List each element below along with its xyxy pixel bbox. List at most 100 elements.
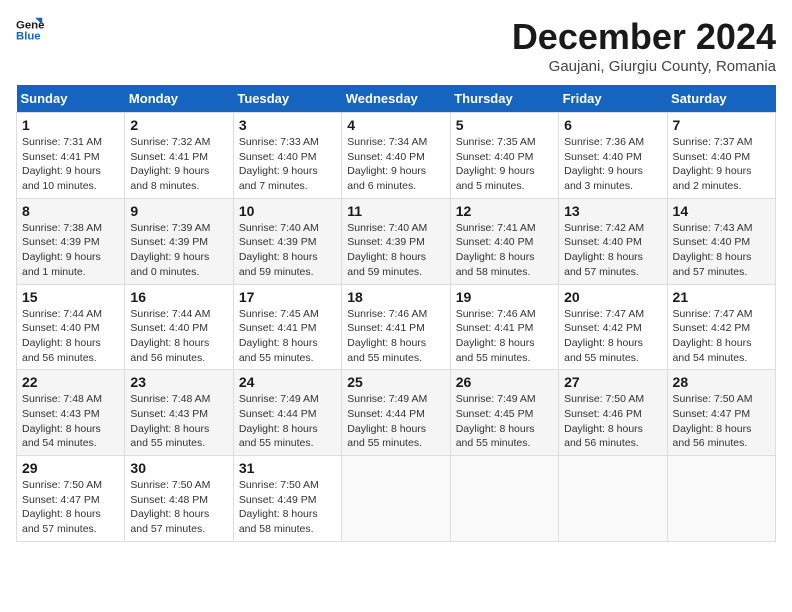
calendar-cell: 14 Sunrise: 7:43 AM Sunset: 4:40 PM Dayli…: [667, 198, 775, 284]
day-info: Sunrise: 7:47 AM Sunset: 4:42 PM Dayligh…: [564, 307, 661, 366]
calendar-cell: 21 Sunrise: 7:47 AM Sunset: 4:42 PM Dayli…: [667, 284, 775, 370]
day-number: 27: [564, 374, 661, 390]
day-info: Sunrise: 7:50 AM Sunset: 4:47 PM Dayligh…: [673, 392, 770, 451]
calendar-cell: [667, 456, 775, 542]
calendar-cell: [559, 456, 667, 542]
weekday-header-wednesday: Wednesday: [342, 85, 450, 113]
day-info: Sunrise: 7:49 AM Sunset: 4:44 PM Dayligh…: [347, 392, 444, 451]
calendar-week-row: 8 Sunrise: 7:38 AM Sunset: 4:39 PM Daylig…: [17, 198, 776, 284]
day-number: 8: [22, 203, 119, 219]
day-info: Sunrise: 7:49 AM Sunset: 4:44 PM Dayligh…: [239, 392, 336, 451]
day-number: 31: [239, 460, 336, 476]
calendar-week-row: 22 Sunrise: 7:48 AM Sunset: 4:43 PM Dayli…: [17, 370, 776, 456]
day-number: 9: [130, 203, 227, 219]
day-number: 30: [130, 460, 227, 476]
calendar-week-row: 29Sunrise: 7:50 AM Sunset: 4:47 PM Dayli…: [17, 456, 776, 542]
day-info: Sunrise: 7:31 AM Sunset: 4:41 PM Dayligh…: [22, 135, 119, 194]
calendar-cell: 20 Sunrise: 7:47 AM Sunset: 4:42 PM Dayli…: [559, 284, 667, 370]
logo-icon: General Blue: [16, 16, 44, 44]
day-number: 12: [456, 203, 553, 219]
weekday-header-tuesday: Tuesday: [233, 85, 341, 113]
day-info: Sunrise: 7:32 AM Sunset: 4:41 PM Dayligh…: [130, 135, 227, 194]
day-number: 26: [456, 374, 553, 390]
day-info: Sunrise: 7:49 AM Sunset: 4:45 PM Dayligh…: [456, 392, 553, 451]
weekday-header-monday: Monday: [125, 85, 233, 113]
calendar-cell: 9 Sunrise: 7:39 AM Sunset: 4:39 PM Daylig…: [125, 198, 233, 284]
day-info: Sunrise: 7:45 AM Sunset: 4:41 PM Dayligh…: [239, 307, 336, 366]
calendar-cell: 16 Sunrise: 7:44 AM Sunset: 4:40 PM Dayli…: [125, 284, 233, 370]
calendar-cell: 17 Sunrise: 7:45 AM Sunset: 4:41 PM Dayli…: [233, 284, 341, 370]
calendar-cell: [450, 456, 558, 542]
calendar-cell: 10 Sunrise: 7:40 AM Sunset: 4:39 PM Dayli…: [233, 198, 341, 284]
day-info: Sunrise: 7:44 AM Sunset: 4:40 PM Dayligh…: [130, 307, 227, 366]
day-number: 3: [239, 117, 336, 133]
weekday-header-row: SundayMondayTuesdayWednesdayThursdayFrid…: [17, 85, 776, 113]
calendar-cell: 2 Sunrise: 7:32 AM Sunset: 4:41 PM Daylig…: [125, 113, 233, 199]
day-number: 28: [673, 374, 770, 390]
calendar-title: December 2024: [512, 16, 776, 58]
calendar-cell: 5 Sunrise: 7:35 AM Sunset: 4:40 PM Daylig…: [450, 113, 558, 199]
calendar-cell: 8 Sunrise: 7:38 AM Sunset: 4:39 PM Daylig…: [17, 198, 125, 284]
day-info: Sunrise: 7:40 AM Sunset: 4:39 PM Dayligh…: [239, 221, 336, 280]
day-number: 4: [347, 117, 444, 133]
calendar-cell: 29Sunrise: 7:50 AM Sunset: 4:47 PM Dayli…: [17, 456, 125, 542]
day-number: 6: [564, 117, 661, 133]
weekday-header-saturday: Saturday: [667, 85, 775, 113]
day-number: 20: [564, 289, 661, 305]
calendar-cell: 4 Sunrise: 7:34 AM Sunset: 4:40 PM Daylig…: [342, 113, 450, 199]
calendar-table: SundayMondayTuesdayWednesdayThursdayFrid…: [16, 85, 776, 542]
calendar-cell: 24Sunrise: 7:49 AM Sunset: 4:44 PM Dayli…: [233, 370, 341, 456]
day-info: Sunrise: 7:47 AM Sunset: 4:42 PM Dayligh…: [673, 307, 770, 366]
calendar-cell: 25Sunrise: 7:49 AM Sunset: 4:44 PM Dayli…: [342, 370, 450, 456]
day-info: Sunrise: 7:35 AM Sunset: 4:40 PM Dayligh…: [456, 135, 553, 194]
day-number: 29: [22, 460, 119, 476]
calendar-subtitle: Gaujani, Giurgiu County, Romania: [512, 58, 776, 75]
day-info: Sunrise: 7:43 AM Sunset: 4:40 PM Dayligh…: [673, 221, 770, 280]
day-info: Sunrise: 7:37 AM Sunset: 4:40 PM Dayligh…: [673, 135, 770, 194]
calendar-cell: 23Sunrise: 7:48 AM Sunset: 4:43 PM Dayli…: [125, 370, 233, 456]
day-info: Sunrise: 7:34 AM Sunset: 4:40 PM Dayligh…: [347, 135, 444, 194]
day-info: Sunrise: 7:48 AM Sunset: 4:43 PM Dayligh…: [130, 392, 227, 451]
calendar-cell: 31Sunrise: 7:50 AM Sunset: 4:49 PM Dayli…: [233, 456, 341, 542]
day-info: Sunrise: 7:50 AM Sunset: 4:48 PM Dayligh…: [130, 478, 227, 537]
calendar-cell: 7 Sunrise: 7:37 AM Sunset: 4:40 PM Daylig…: [667, 113, 775, 199]
calendar-cell: 22 Sunrise: 7:48 AM Sunset: 4:43 PM Dayli…: [17, 370, 125, 456]
day-info: Sunrise: 7:39 AM Sunset: 4:39 PM Dayligh…: [130, 221, 227, 280]
calendar-cell: 6 Sunrise: 7:36 AM Sunset: 4:40 PM Daylig…: [559, 113, 667, 199]
day-number: 21: [673, 289, 770, 305]
day-number: 22: [22, 374, 119, 390]
day-info: Sunrise: 7:48 AM Sunset: 4:43 PM Dayligh…: [22, 392, 119, 451]
calendar-week-row: 15 Sunrise: 7:44 AM Sunset: 4:40 PM Dayli…: [17, 284, 776, 370]
day-number: 10: [239, 203, 336, 219]
calendar-cell: 27Sunrise: 7:50 AM Sunset: 4:46 PM Dayli…: [559, 370, 667, 456]
calendar-cell: 3 Sunrise: 7:33 AM Sunset: 4:40 PM Daylig…: [233, 113, 341, 199]
day-info: Sunrise: 7:46 AM Sunset: 4:41 PM Dayligh…: [456, 307, 553, 366]
day-number: 16: [130, 289, 227, 305]
day-number: 13: [564, 203, 661, 219]
day-number: 7: [673, 117, 770, 133]
day-number: 15: [22, 289, 119, 305]
day-info: Sunrise: 7:40 AM Sunset: 4:39 PM Dayligh…: [347, 221, 444, 280]
day-info: Sunrise: 7:36 AM Sunset: 4:40 PM Dayligh…: [564, 135, 661, 194]
weekday-header-thursday: Thursday: [450, 85, 558, 113]
calendar-cell: 18Sunrise: 7:46 AM Sunset: 4:41 PM Dayli…: [342, 284, 450, 370]
day-info: Sunrise: 7:42 AM Sunset: 4:40 PM Dayligh…: [564, 221, 661, 280]
calendar-cell: 11Sunrise: 7:40 AM Sunset: 4:39 PM Dayli…: [342, 198, 450, 284]
day-info: Sunrise: 7:41 AM Sunset: 4:40 PM Dayligh…: [456, 221, 553, 280]
calendar-cell: 13 Sunrise: 7:42 AM Sunset: 4:40 PM Dayli…: [559, 198, 667, 284]
day-number: 17: [239, 289, 336, 305]
day-info: Sunrise: 7:33 AM Sunset: 4:40 PM Dayligh…: [239, 135, 336, 194]
calendar-cell: 1Sunrise: 7:31 AM Sunset: 4:41 PM Daylig…: [17, 113, 125, 199]
title-area: December 2024 Gaujani, Giurgiu County, R…: [512, 16, 776, 75]
day-number: 2: [130, 117, 227, 133]
calendar-cell: 15Sunrise: 7:44 AM Sunset: 4:40 PM Dayli…: [17, 284, 125, 370]
weekday-header-friday: Friday: [559, 85, 667, 113]
calendar-cell: [342, 456, 450, 542]
logo: General Blue: [16, 16, 44, 44]
calendar-week-row: 1Sunrise: 7:31 AM Sunset: 4:41 PM Daylig…: [17, 113, 776, 199]
day-number: 14: [673, 203, 770, 219]
day-number: 18: [347, 289, 444, 305]
day-info: Sunrise: 7:38 AM Sunset: 4:39 PM Dayligh…: [22, 221, 119, 280]
day-number: 5: [456, 117, 553, 133]
svg-text:Blue: Blue: [16, 31, 41, 43]
